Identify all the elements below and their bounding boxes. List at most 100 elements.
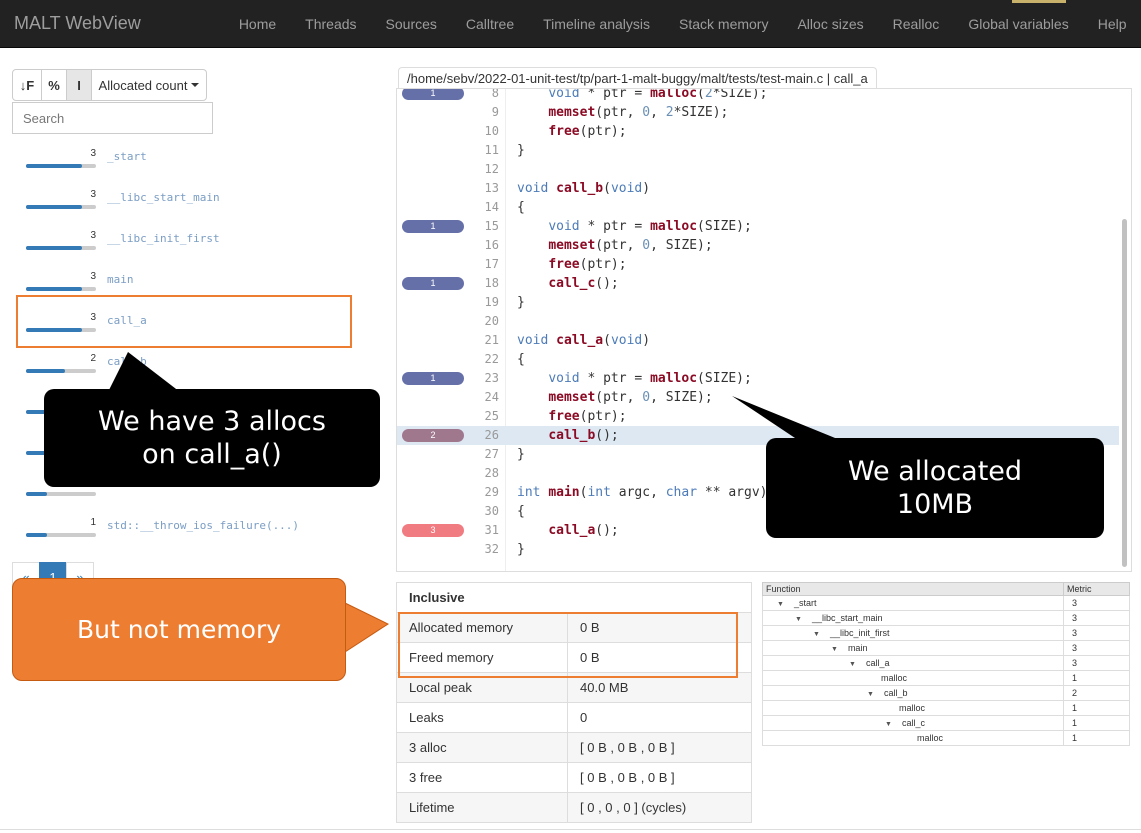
code-line: 11} [397,141,1119,160]
calltree-function-name: main [847,643,868,653]
expand-triangle-icon[interactable]: ▼ [831,646,838,653]
count-bar [26,287,96,291]
memory-callout-pointer [344,602,390,653]
code-line: 25 free(ptr); [397,407,1119,426]
calltree-function-name: malloc [917,733,944,743]
calltree-row[interactable]: malloc 1 [762,670,1130,686]
allocated-callout-line-2: 10MB [896,489,974,520]
function-list-item[interactable]: 3 main [24,259,384,300]
code-text: memset(ptr, 0, SIZE); [548,238,713,253]
calltree-table: Function Metric ▼ _start 3 ▼ __libc_start_ma… [762,582,1130,746]
alloc-count-badge[interactable]: 1 [402,372,464,385]
calltree-row[interactable]: ▼ __libc_init_first 3 [762,625,1130,641]
expand-triangle-icon[interactable]: ▼ [777,601,784,608]
alloc-count-badge[interactable]: 1 [402,220,464,233]
alloc-count-badge[interactable]: 1 [402,89,464,100]
expand-triangle-icon[interactable]: ▼ [867,691,874,698]
top-navbar: MALT WebView Home Threads Sources Calltr… [0,0,1141,48]
alloc-count-badge[interactable]: 1 [402,277,464,290]
inclusive-toggle-button[interactable]: I [66,69,92,101]
nav-home[interactable]: Home [224,0,290,48]
code-text: } [517,447,525,462]
calltree-function-cell: ▼ __libc_start_main [762,610,1064,626]
code-line: 1 8 void * ptr = malloc(2*SIZE); [397,89,1119,103]
calltree-row[interactable]: ▼ _start 3 [762,595,1130,611]
metric-dropdown[interactable]: Allocated count [91,69,207,101]
line-number: 26 [484,428,499,442]
calltree-function-cell: ▼ call_c [762,715,1064,731]
nav-stack-memory[interactable]: Stack memory [665,0,783,48]
line-number: 23 [484,371,499,385]
calltree-function-cell: malloc [762,700,1064,716]
expand-triangle-icon[interactable]: ▼ [813,631,820,638]
line-number: 16 [484,238,499,252]
line-number: 25 [484,409,499,423]
expand-triangle-icon[interactable]: ▼ [849,661,856,668]
nav-threads[interactable]: Threads [291,0,371,48]
line-number: 28 [484,466,499,480]
code-text: void call_a(void) [517,333,651,348]
code-text: void * ptr = malloc(SIZE); [548,371,752,386]
calltree-header-metric[interactable]: Metric [1063,582,1130,596]
alloc-count-badge[interactable]: 3 [402,524,464,537]
nav-sources[interactable]: Sources [371,0,451,48]
calltree-row[interactable]: ▼ call_a 3 [762,655,1130,671]
calltree-metric: 3 [1063,610,1130,626]
calltree-row[interactable]: ▼ main 3 [762,640,1130,656]
code-line: 13 void call_b(void) [397,179,1119,198]
function-list-item[interactable]: 3 _start [24,136,384,177]
inclusive-value: [ 0 B , 0 B , 0 B ] [567,732,752,763]
inclusive-row: Lifetime[ 0 , 0 , 0 ] (cycles) [396,792,752,823]
nav-realloc[interactable]: Realloc [878,0,954,48]
line-number: 30 [484,504,499,518]
code-text: { [517,352,525,367]
calltree-metric: 1 [1063,715,1130,731]
sort-button[interactable]: ↓F [12,69,42,101]
nav-global-variables[interactable]: Global variables [954,0,1083,48]
nav-help[interactable]: Help [1083,0,1141,48]
line-number: 31 [484,523,499,537]
percent-toggle-button[interactable]: % [41,69,67,101]
function-name-link[interactable]: main [107,273,134,286]
alloc-count-badge[interactable]: 2 [402,429,464,442]
calltree-row[interactable]: ▼ __libc_start_main 3 [762,610,1130,626]
inclusive-title: Inclusive [396,582,752,613]
function-list-item[interactable]: 3 __libc_init_first [24,218,384,259]
calltree-metric: 3 [1063,625,1130,641]
nav-calltree[interactable]: Calltree [451,0,528,48]
source-file-tab[interactable]: /home/sebv/2022-01-unit-test/tp/part-1-m… [398,67,877,89]
code-line: 32} [397,540,1119,559]
count-bar [26,164,96,168]
line-number: 10 [484,124,499,138]
function-list-item[interactable]: 3 __libc_start_main [24,177,384,218]
calltree-row[interactable]: malloc 1 [762,700,1130,716]
function-name-link[interactable]: __libc_init_first [107,232,220,245]
app-brand[interactable]: MALT WebView [14,13,141,34]
code-text: int main(int argc, char ** argv) [517,485,768,500]
search-input[interactable] [12,102,213,134]
code-line: 1 18 call_c(); [397,274,1119,293]
nav-active-indicator [1012,0,1066,3]
nav-alloc-sizes[interactable]: Alloc sizes [783,0,878,48]
source-scrollbar[interactable] [1122,219,1127,567]
calltree-row[interactable]: malloc 1 [762,730,1130,746]
calltree-row[interactable]: ▼ call_b 2 [762,685,1130,701]
nav-timeline-analysis[interactable]: Timeline analysis [529,0,665,48]
count-bar [26,369,96,373]
function-name-link[interactable]: call_b [107,355,147,368]
calltree-header-function[interactable]: Function [762,582,1064,596]
function-name-link[interactable]: _start [107,150,147,163]
function-name-link[interactable]: __libc_start_main [107,191,220,204]
expand-triangle-icon[interactable]: ▼ [795,616,802,623]
expand-triangle-icon[interactable]: ▼ [885,721,892,728]
inclusive-value: [ 0 B , 0 B , 0 B ] [567,762,752,793]
code-text: } [517,295,525,310]
function-name-link[interactable]: std::__throw_ios_failure(...) [107,519,299,532]
line-number: 18 [484,276,499,290]
function-toolbar: ↓F % I Allocated count [12,69,207,103]
calltree-row[interactable]: ▼ call_c 1 [762,715,1130,731]
footer-divider [0,829,1141,830]
code-text: void * ptr = malloc(SIZE); [548,219,752,234]
code-line: 20 [397,312,1119,331]
function-list-item[interactable]: 1 std::__throw_ios_failure(...) [24,505,384,546]
